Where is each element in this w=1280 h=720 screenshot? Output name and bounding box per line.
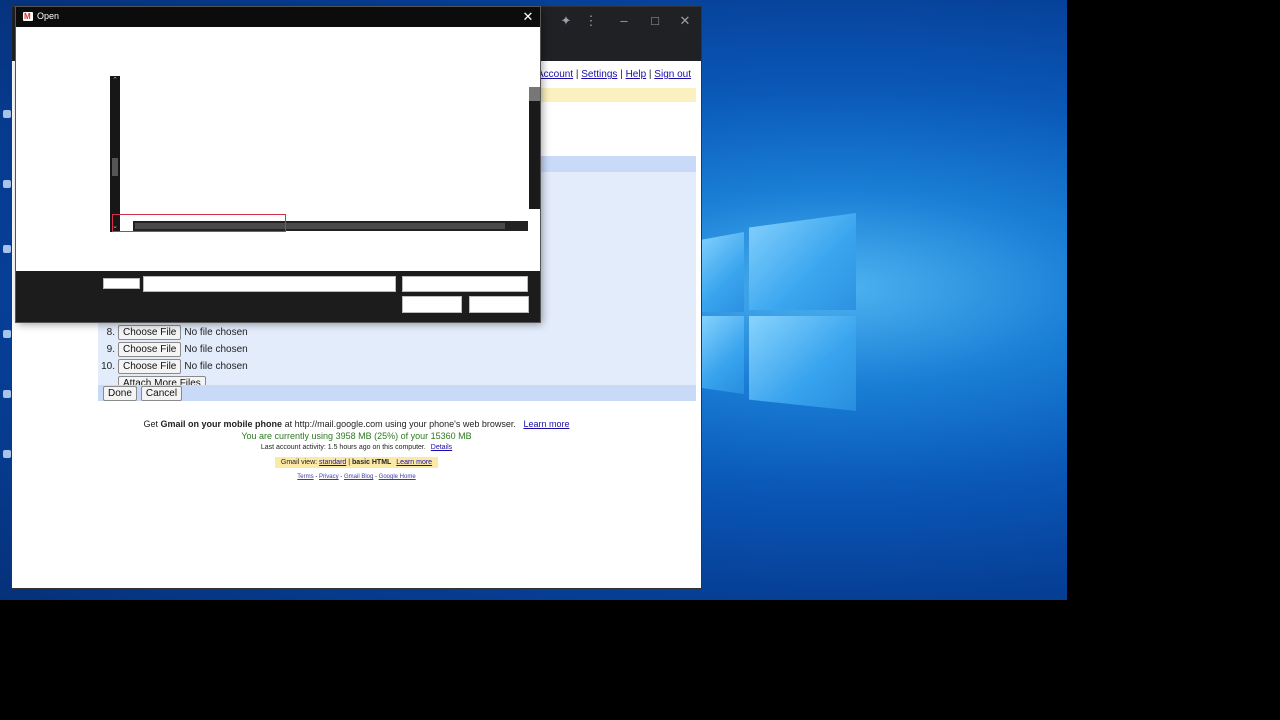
choose-file-button[interactable]: Choose File bbox=[118, 358, 182, 374]
mobile-pre: Get bbox=[143, 419, 161, 429]
dialog-titlebar: Open ✕ bbox=[16, 7, 540, 27]
footer-links: Terms - Privacy - Gmail Blog - Google Ho… bbox=[12, 474, 701, 480]
file-type-select[interactable] bbox=[402, 276, 528, 292]
details-link[interactable]: Details bbox=[431, 444, 452, 451]
dialog-title: Open bbox=[37, 11, 60, 21]
choose-file-button[interactable]: Choose File bbox=[118, 324, 182, 340]
open-button[interactable] bbox=[402, 296, 462, 313]
scrollbar-thumb[interactable] bbox=[529, 87, 540, 101]
done-button[interactable]: Done bbox=[103, 385, 137, 401]
row-number: 8. bbox=[106, 326, 115, 338]
extensions-icon[interactable]: ✦ bbox=[555, 11, 577, 31]
choose-file-button[interactable]: Choose File bbox=[118, 341, 182, 357]
close-window-icon[interactable]: ✕ bbox=[674, 11, 696, 31]
file-row: 10. Choose File No file chosen bbox=[98, 358, 248, 374]
desktop-icon[interactable] bbox=[3, 180, 11, 188]
logo-pane bbox=[749, 316, 856, 411]
file-row: 8. Choose File No file chosen bbox=[98, 324, 248, 340]
desktop-icon[interactable] bbox=[3, 450, 11, 458]
account-links: ogle Account | Settings | Help | Sign ou… bbox=[515, 69, 691, 80]
close-icon[interactable]: ✕ bbox=[520, 8, 536, 26]
view-learn-more-link[interactable]: Learn more bbox=[396, 459, 432, 466]
windows-logo bbox=[700, 210, 860, 415]
mobile-bold: Gmail on your mobile phone bbox=[160, 419, 283, 429]
file-status: No file chosen bbox=[184, 326, 248, 338]
selection-highlight bbox=[112, 214, 286, 232]
desktop-icon[interactable] bbox=[3, 330, 11, 338]
desktop-icon[interactable] bbox=[3, 110, 11, 118]
mobile-learn-more-link[interactable]: Learn more bbox=[523, 419, 569, 429]
file-status: No file chosen bbox=[184, 343, 248, 355]
cancel-button[interactable]: Cancel bbox=[140, 385, 183, 401]
file-row: 9. Choose File No file chosen bbox=[98, 341, 248, 357]
minimize-icon[interactable]: – bbox=[613, 11, 635, 31]
settings-link[interactable]: Settings bbox=[581, 69, 617, 80]
standard-view-link[interactable]: standard bbox=[319, 459, 346, 466]
logo-pane bbox=[700, 232, 744, 312]
view-label: Gmail view: bbox=[280, 459, 318, 466]
desktop-icon[interactable] bbox=[3, 245, 11, 253]
maximize-icon[interactable]: □ bbox=[644, 11, 666, 31]
dialog-content: ⌃ ⌄ bbox=[16, 27, 540, 271]
activity-text: Last account activity: 1.5 hours ago on … bbox=[260, 444, 426, 451]
cancel-dialog-button[interactable] bbox=[469, 296, 529, 313]
storage-usage: You are currently using 3958 MB (25%) of… bbox=[241, 431, 472, 441]
privacy-link[interactable]: Privacy bbox=[319, 474, 339, 480]
more-menu-icon[interactable]: ⋮ bbox=[580, 11, 602, 31]
view-separator: | bbox=[348, 459, 351, 466]
file-name-label-box bbox=[103, 278, 140, 289]
gmail-icon bbox=[23, 11, 33, 22]
help-link[interactable]: Help bbox=[626, 69, 647, 80]
terms-link[interactable]: Terms bbox=[297, 474, 313, 480]
file-name-input[interactable] bbox=[143, 276, 396, 292]
file-status: No file chosen bbox=[184, 360, 248, 372]
google-home-link[interactable]: Google Home bbox=[379, 474, 416, 480]
dialog-footer bbox=[16, 271, 540, 322]
logo-pane bbox=[700, 316, 744, 394]
mobile-promo: Get Gmail on your mobile phone at http:/… bbox=[12, 418, 701, 430]
row-number: 10. bbox=[101, 360, 115, 372]
sign-out-link[interactable]: Sign out bbox=[654, 69, 691, 80]
desktop-icon[interactable] bbox=[3, 390, 11, 398]
scrollbar-thumb[interactable] bbox=[112, 158, 118, 176]
scroll-up-icon[interactable]: ⌃ bbox=[110, 76, 120, 86]
done-bar: Done Cancel bbox=[98, 385, 696, 401]
navigation-scrollbar[interactable]: ⌃ ⌄ bbox=[110, 76, 120, 232]
mobile-post: at http://mail.google.com using your pho… bbox=[282, 419, 516, 429]
gmail-blog-link[interactable]: Gmail Blog bbox=[344, 474, 373, 480]
account-activity: Last account activity: 1.5 hours ago on … bbox=[12, 442, 701, 454]
basic-html-label: basic HTML bbox=[352, 459, 392, 466]
open-file-dialog: Open ✕ ⌃ ⌄ bbox=[16, 7, 540, 322]
logo-pane bbox=[749, 213, 856, 310]
gmail-footer: Get Gmail on your mobile phone at http:/… bbox=[12, 418, 701, 480]
gmail-view-switcher: Gmail view: standard | basic HTML Learn … bbox=[274, 457, 439, 468]
row-number: 9. bbox=[106, 343, 115, 355]
file-list-scrollbar[interactable] bbox=[529, 87, 540, 209]
